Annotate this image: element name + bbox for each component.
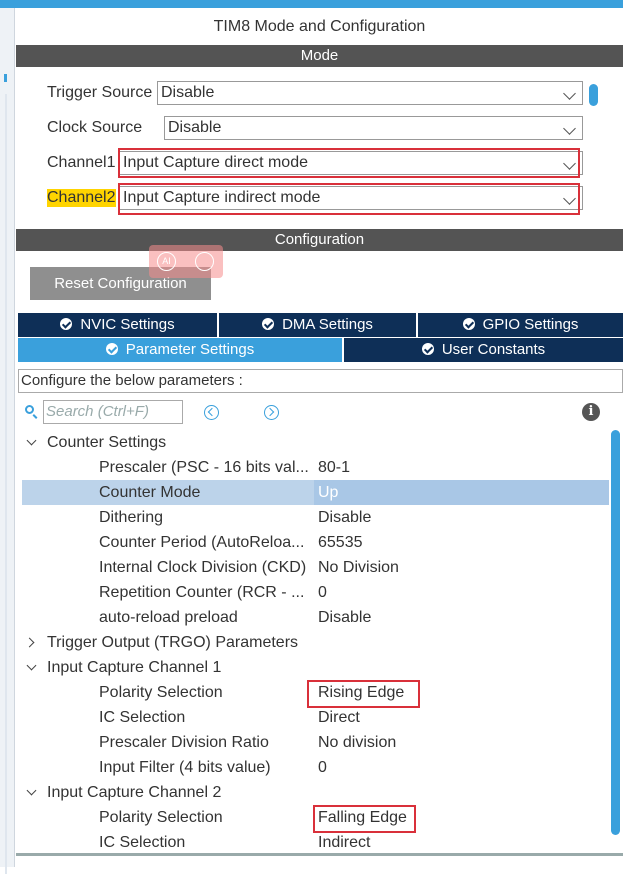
- configuration-header: Configuration: [16, 229, 623, 251]
- check-circle-icon: [105, 343, 118, 355]
- window-title: TIM8 Mode and Configuration: [213, 18, 426, 35]
- param-row[interactable]: Repetition Counter (RCR - ... 0: [22, 580, 609, 605]
- channel1-highlight-box: [118, 148, 580, 178]
- configure-parameters-label: Configure the below parameters :: [18, 369, 623, 393]
- search-icon: [195, 252, 214, 271]
- info-icon[interactable]: i: [582, 403, 600, 421]
- param-row[interactable]: auto-reload preload Disable: [22, 605, 609, 630]
- channel2-label: Channel2: [47, 189, 116, 207]
- chevron-down-icon: [563, 122, 576, 135]
- window-top-bar: [0, 0, 623, 8]
- left-panel-edge: [0, 8, 15, 874]
- check-circle-icon: [60, 318, 73, 330]
- check-circle-icon: [421, 343, 434, 355]
- param-row[interactable]: IC Selection Direct: [22, 705, 609, 730]
- falling-edge-highlight-box: [313, 805, 416, 833]
- search-previous-icon[interactable]: [204, 405, 219, 420]
- ai-icon: AI: [157, 252, 176, 271]
- tab-user-constants[interactable]: User Constants: [344, 338, 623, 362]
- param-row[interactable]: Counter Period (AutoReloa... 65535: [22, 530, 609, 555]
- tab-dma-settings[interactable]: DMA Settings: [219, 313, 418, 337]
- chevron-right-icon: [24, 637, 35, 648]
- mode-scrollbar-thumb[interactable]: [589, 84, 598, 106]
- param-row[interactable]: Prescaler Division Ratio No division: [22, 730, 609, 755]
- chevron-down-icon: [26, 660, 37, 671]
- mode-header: Mode: [16, 45, 623, 67]
- channel1-label: Channel1: [47, 154, 116, 171]
- clock-source-select[interactable]: Disable: [164, 116, 583, 140]
- channel2-highlight-box: [118, 183, 580, 215]
- search-icon: [25, 405, 34, 414]
- tab-nvic-settings[interactable]: NVIC Settings: [18, 313, 219, 337]
- bottom-divider: [16, 853, 623, 856]
- tab-gpio-settings[interactable]: GPIO Settings: [418, 313, 623, 337]
- trigger-source-label: Trigger Source: [47, 84, 153, 101]
- chevron-down-icon: [26, 435, 37, 446]
- param-row[interactable]: Internal Clock Division (CKD) No Division: [22, 555, 609, 580]
- search-next-icon[interactable]: [264, 405, 279, 420]
- param-row[interactable]: Input Filter (4 bits value) 0: [22, 755, 609, 780]
- search-input[interactable]: Search (Ctrl+F): [43, 400, 183, 424]
- trigger-source-select[interactable]: Disable: [157, 81, 583, 105]
- clock-source-label: Clock Source: [47, 119, 143, 136]
- param-row[interactable]: Prescaler (PSC - 16 bits val... 80-1: [22, 455, 609, 480]
- param-row[interactable]: IC Selection Indirect: [22, 830, 609, 853]
- check-circle-icon: [262, 318, 275, 330]
- rising-edge-highlight-box: [307, 680, 420, 708]
- param-row-selected[interactable]: Counter Mode Up: [22, 480, 609, 505]
- chevron-down-icon: [563, 87, 576, 100]
- ai-assistant-overlay[interactable]: AI: [149, 245, 223, 278]
- check-circle-icon: [462, 318, 475, 330]
- chevron-down-icon: [26, 785, 37, 796]
- param-row[interactable]: Dithering Disable: [22, 505, 609, 530]
- parameters-scrollbar-thumb[interactable]: [611, 430, 620, 835]
- tab-parameter-settings[interactable]: Parameter Settings: [18, 338, 344, 362]
